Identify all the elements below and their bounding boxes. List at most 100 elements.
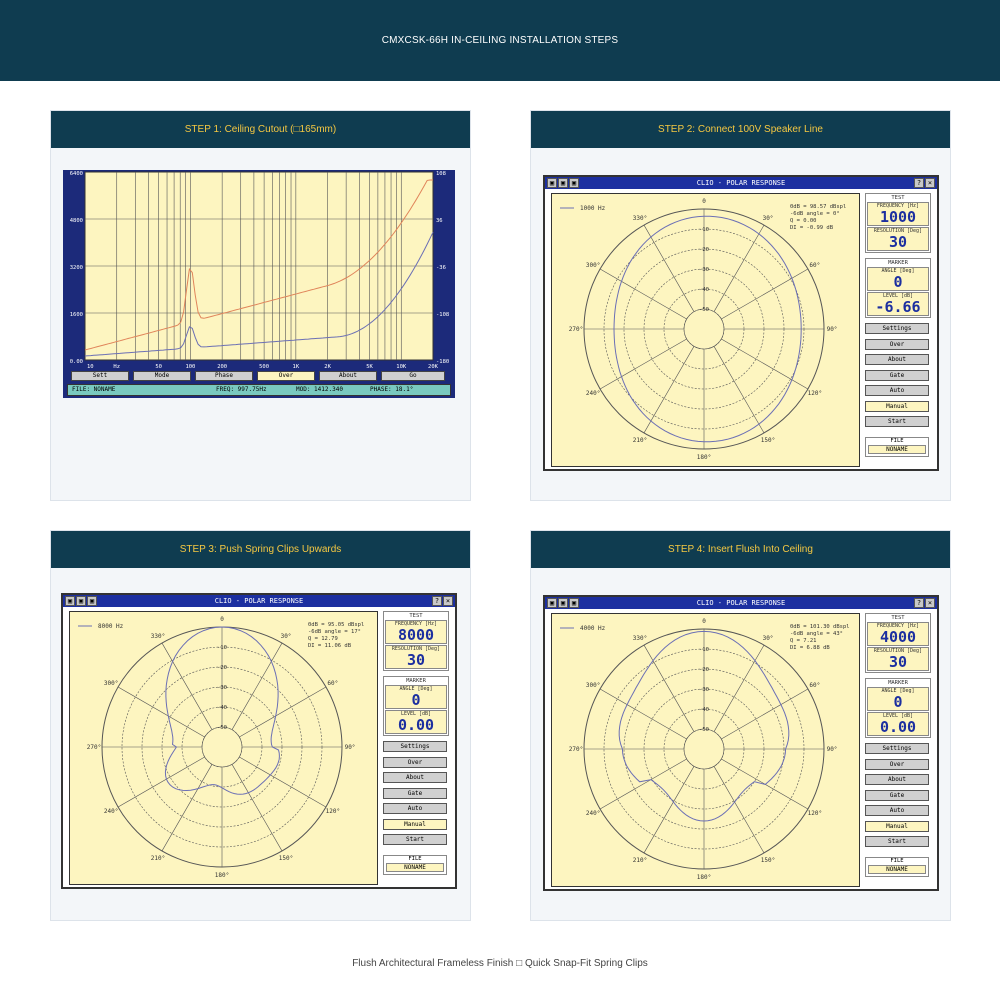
ring-label: -30 <box>217 685 227 691</box>
auto-button[interactable]: Auto <box>383 803 447 814</box>
angle-field[interactable]: ANGLE [Deg] 0 <box>867 267 929 291</box>
ring-label: -10 <box>699 227 709 233</box>
about-button[interactable]: About <box>383 772 447 783</box>
gate-button[interactable]: Gate <box>383 787 447 799</box>
over-button[interactable]: Over <box>383 756 447 768</box>
save-icon[interactable]: ▣ <box>76 596 86 606</box>
y-right-tick: -108 <box>436 312 449 318</box>
over-button[interactable]: Over <box>257 371 315 381</box>
page-header: CMXCSK-66H IN-CEILING INSTALLATION STEPS <box>0 0 1000 81</box>
start-button[interactable]: Start <box>865 416 929 427</box>
legend-label: 4000 Hz <box>580 625 606 632</box>
polar-plot: 0 30° 60° 90° 120° 150° 180° 210° 240° 270° 300° 33… <box>560 618 850 881</box>
file-box: FILE NONAME <box>383 855 447 875</box>
ring-label: -40 <box>699 707 709 713</box>
angle-label: 300° <box>586 682 600 689</box>
info-line: 0dB = 101.30 dBspl <box>790 624 850 630</box>
help-icon[interactable]: ? <box>914 178 924 188</box>
manual-button[interactable]: Manual <box>383 818 447 830</box>
angle-label: 0 <box>220 616 224 623</box>
help-icon[interactable]: ? <box>432 596 442 606</box>
settings-button[interactable]: Settings <box>865 323 929 334</box>
gate-button[interactable]: Gate <box>865 369 929 381</box>
about-button[interactable]: About <box>319 371 377 381</box>
test-box: TEST FREQUENCY [Hz] 4000 RESOLUTION [Deg] 30 <box>865 613 931 673</box>
frequency-field[interactable]: FREQUENCY [Hz] 4000 <box>867 622 929 646</box>
close-icon[interactable]: × <box>443 596 453 606</box>
angle-label: 90° <box>345 744 356 751</box>
status-mod: MOD: 1412.340 <box>296 386 343 393</box>
resolution-field-value: 30 <box>888 233 908 251</box>
manual-button[interactable]: Manual <box>865 400 929 412</box>
go-button[interactable]: Go <box>381 371 445 381</box>
menu-icon[interactable]: ▣ <box>547 178 557 188</box>
save-icon[interactable]: ▣ <box>558 178 568 188</box>
angle-label: 0 <box>702 618 706 625</box>
settings-button[interactable]: Settings <box>383 741 447 752</box>
x-tick: 50 <box>155 364 162 370</box>
about-button[interactable]: About <box>865 774 929 785</box>
step-1-title: STEP 1: Ceiling Cutout (□165mm) <box>184 124 337 135</box>
close-icon[interactable]: × <box>925 178 935 188</box>
over-button[interactable]: Over <box>865 758 929 770</box>
start-button[interactable]: Start <box>865 836 929 847</box>
start-button[interactable]: Start <box>383 834 447 845</box>
menu-icon[interactable]: ▣ <box>547 598 557 608</box>
angle-label: 270° <box>569 326 583 333</box>
y-right-tick: -36 <box>436 265 446 271</box>
angle-label: 240° <box>586 390 600 397</box>
level-field-value: 0.00 <box>397 716 435 734</box>
sett-button[interactable]: Sett <box>71 371 129 381</box>
print-icon[interactable]: ▣ <box>87 596 97 606</box>
angle-label: 120° <box>808 810 822 817</box>
resolution-field[interactable]: RESOLUTION [Deg] 30 <box>867 227 929 251</box>
angle-label: 90° <box>827 326 838 333</box>
resolution-field[interactable]: RESOLUTION [Deg] 30 <box>867 647 929 671</box>
level-field[interactable]: LEVEL [dB] 0.00 <box>867 712 929 736</box>
info-line: -6dB angle = 43° <box>790 631 843 637</box>
y-left-tick: 0.00 <box>70 359 83 365</box>
y-left-tick: 6400 <box>70 171 83 177</box>
print-icon[interactable]: ▣ <box>569 178 579 188</box>
clio-title-bar: CLIO - POLAR RESPONSE ▣ ▣ ▣? × <box>545 597 937 609</box>
step-4-card: STEP 4: Insert Flush Into Ceiling CLIO -… <box>530 530 951 921</box>
angle-label: 30° <box>763 635 774 642</box>
menu-icon[interactable]: ▣ <box>65 596 75 606</box>
about-button[interactable]: About <box>865 354 929 365</box>
angle-label: 60° <box>809 682 820 689</box>
angle-field[interactable]: ANGLE [Deg] 0 <box>867 687 929 711</box>
level-field-value: -6.66 <box>875 298 921 316</box>
control-panel: TEST FREQUENCY [Hz] 8000 RESOLUTION [Deg] 30… <box>383 611 449 875</box>
file-box: FILE NONAME <box>865 857 929 877</box>
y-right-tick: 108 <box>436 171 446 177</box>
angle-label: 330° <box>633 215 647 222</box>
close-icon[interactable]: × <box>925 598 935 608</box>
step-4-title: STEP 4: Insert Flush Into Ceiling <box>668 544 813 555</box>
auto-button[interactable]: Auto <box>865 385 929 396</box>
print-icon[interactable]: ▣ <box>569 598 579 608</box>
marker-box: MARKER ANGLE [Deg] 0 LEVEL [dB] 0.00 <box>865 678 931 738</box>
help-icon[interactable]: ? <box>914 598 924 608</box>
control-panel: TEST FREQUENCY [Hz] 4000 RESOLUTION [Deg] 30… <box>865 613 931 877</box>
level-field[interactable]: LEVEL [dB] -6.66 <box>867 292 929 316</box>
angle-field[interactable]: ANGLE [Deg] 0 <box>385 685 447 709</box>
ring-label: -40 <box>217 705 227 711</box>
frequency-field[interactable]: FREQUENCY [Hz] 1000 <box>867 202 929 226</box>
ring-label: -50 <box>217 725 227 731</box>
save-icon[interactable]: ▣ <box>558 598 568 608</box>
mode-button[interactable]: Mode <box>133 371 191 381</box>
level-field[interactable]: LEVEL [dB] 0.00 <box>385 710 447 734</box>
gate-button[interactable]: Gate <box>865 789 929 801</box>
auto-button[interactable]: Auto <box>865 805 929 816</box>
settings-button[interactable]: Settings <box>865 743 929 754</box>
angle-label: 210° <box>633 437 647 444</box>
info-line: Q = 7.21 <box>790 638 817 644</box>
resolution-field[interactable]: RESOLUTION [Deg] 30 <box>385 645 447 669</box>
manual-button[interactable]: Manual <box>865 820 929 832</box>
phase-button[interactable]: Phase <box>195 371 253 381</box>
angle-label: 330° <box>151 633 165 640</box>
angle-label: 300° <box>104 680 118 687</box>
status-file: FILE: NONAME <box>72 386 116 393</box>
over-button[interactable]: Over <box>865 338 929 350</box>
frequency-field[interactable]: FREQUENCY [Hz] 8000 <box>385 620 447 644</box>
